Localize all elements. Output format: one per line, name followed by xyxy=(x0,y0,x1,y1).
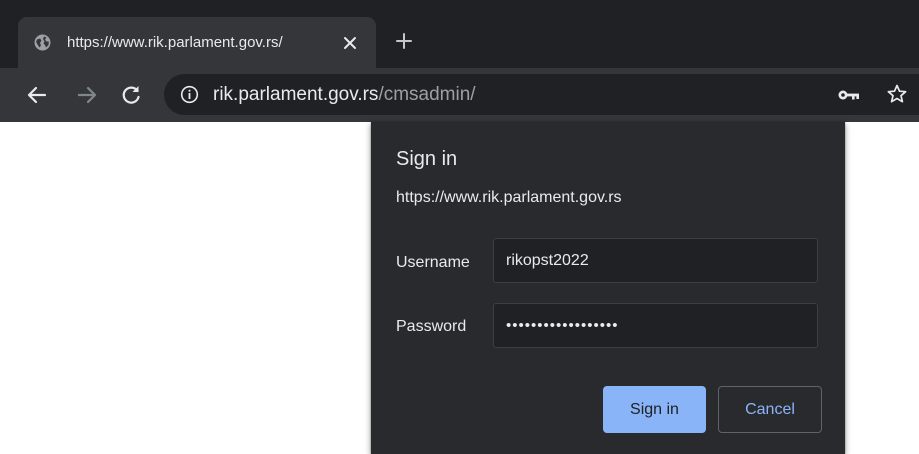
username-input[interactable]: rikopst2022 xyxy=(493,238,818,283)
plus-icon[interactable] xyxy=(393,30,415,52)
forward-arrow-icon[interactable] xyxy=(74,82,100,108)
sign-in-dialog: Sign in https://www.rik.parlament.gov.rs… xyxy=(371,122,845,454)
back-arrow-icon[interactable] xyxy=(24,82,50,108)
reload-icon[interactable] xyxy=(118,82,144,108)
key-icon[interactable] xyxy=(837,86,861,104)
browser-tab[interactable]: https://www.rik.parlament.gov.rs/ xyxy=(18,17,376,68)
password-input[interactable]: •••••••••••••••••• xyxy=(493,303,818,348)
url-host: rik.parlament.gov.rs xyxy=(213,84,379,105)
cancel-button[interactable]: Cancel xyxy=(718,386,822,433)
browser-toolbar: rik.parlament.gov.rs/cmsadmin/ xyxy=(0,68,919,122)
globe-icon xyxy=(34,34,51,51)
url-text[interactable]: rik.parlament.gov.rs/cmsadmin/ xyxy=(213,83,476,107)
username-label: Username xyxy=(396,254,470,271)
tab-title: https://www.rik.parlament.gov.rs/ xyxy=(67,34,283,51)
info-icon[interactable] xyxy=(180,85,199,104)
sign-in-button[interactable]: Sign in xyxy=(603,386,706,433)
address-bar[interactable]: rik.parlament.gov.rs/cmsadmin/ xyxy=(164,74,919,115)
url-path: /cmsadmin/ xyxy=(378,84,476,105)
close-icon[interactable] xyxy=(339,32,361,54)
dialog-origin: https://www.rik.parlament.gov.rs xyxy=(396,189,622,206)
star-icon[interactable] xyxy=(886,83,908,105)
password-label: Password xyxy=(396,318,467,335)
tab-strip: https://www.rik.parlament.gov.rs/ xyxy=(0,0,919,68)
dialog-title: Sign in xyxy=(396,148,458,170)
